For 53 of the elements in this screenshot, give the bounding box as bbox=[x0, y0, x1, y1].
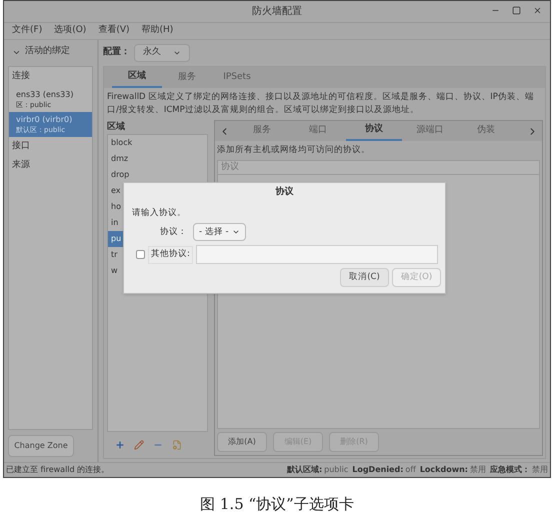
column-header: 协议 bbox=[221, 160, 239, 174]
status-key: 应急模式： bbox=[490, 464, 530, 476]
action-button[interactable]: 添加(A) bbox=[217, 432, 267, 452]
menu-item[interactable]: 查看(V) bbox=[98, 24, 130, 38]
binding-heading: 来源 bbox=[11, 158, 31, 172]
status-value: 禁用 bbox=[470, 464, 486, 476]
tab[interactable]: 服务 bbox=[162, 67, 212, 88]
dialog-button[interactable]: 取消(C) bbox=[340, 268, 389, 288]
status-value: off bbox=[405, 464, 416, 476]
menu-item[interactable]: 帮助(H) bbox=[142, 24, 174, 38]
binding-name: ens33 (ens33) bbox=[16, 88, 74, 100]
subtab[interactable]: 伪装 bbox=[458, 121, 514, 141]
protocol-dropdown[interactable]: - 选择 - bbox=[193, 223, 246, 242]
binding-name: virbr0 (virbr0) bbox=[16, 114, 74, 124]
tab[interactable]: 区域 bbox=[112, 67, 162, 88]
status-key: LogDenied: bbox=[352, 464, 404, 476]
config-dropdown[interactable]: 永久 bbox=[134, 44, 190, 62]
close-icon[interactable] bbox=[533, 6, 542, 15]
dialog-prompt: 请输入协议。 bbox=[132, 206, 187, 220]
config-label: 配置： bbox=[103, 46, 130, 60]
status-key: Lockdown: bbox=[420, 464, 468, 476]
other-protocol-field[interactable] bbox=[196, 245, 438, 264]
subtab[interactable]: 源端口 bbox=[402, 121, 458, 141]
binding-heading: 接口 bbox=[11, 140, 31, 152]
protocol-label: 协议： bbox=[160, 226, 187, 239]
other-checkbox[interactable] bbox=[136, 250, 145, 260]
add-icon[interactable] bbox=[115, 440, 125, 450]
maximize-icon[interactable] bbox=[512, 6, 521, 15]
zone-item[interactable]: dmz bbox=[108, 151, 207, 167]
status-value: 禁用 bbox=[532, 464, 548, 476]
caret-icon bbox=[173, 49, 181, 57]
subtab[interactable]: 协议 bbox=[346, 121, 402, 141]
zone-item[interactable]: block bbox=[108, 135, 207, 151]
status-value: public bbox=[324, 464, 348, 476]
status-key: 默认区域: bbox=[286, 464, 322, 476]
other-protocol-label: 其他协议: bbox=[148, 246, 193, 264]
window-title: 防火墙配置 bbox=[252, 4, 302, 19]
menu-item[interactable]: 选项(O) bbox=[54, 24, 86, 38]
zone-description: FirewallD 区域定义了绑定的网络连接、接口以及源地址的可信程度。区域是服务、端口、协议、IP伪装、端口/报文转发、ICMP过滤以及富规则的组合。区域可以绑定到接口以及源地址。 bbox=[106, 90, 535, 117]
bindings-header: 活动的绑定 bbox=[25, 45, 70, 58]
change-zone-button[interactable]: Change Zone bbox=[8, 435, 74, 457]
dialog-title: 协议 bbox=[276, 186, 294, 199]
status-text: 已建立至 firewalld 的连接。 bbox=[6, 464, 110, 476]
subtab[interactable]: 服务 bbox=[234, 121, 290, 141]
edit-icon[interactable] bbox=[134, 440, 144, 450]
protocols-hint: 添加所有主机或网络均可访问的协议。 bbox=[216, 144, 371, 157]
tab[interactable]: IPSets bbox=[212, 67, 262, 88]
menu-item[interactable]: 文件(F) bbox=[12, 24, 42, 38]
zone-item[interactable]: drop bbox=[108, 167, 207, 183]
subtab[interactable]: 端口 bbox=[290, 121, 346, 141]
zones-heading: 区域 bbox=[107, 120, 126, 134]
figure-caption: 图 1.5 “协议”子选项卡 bbox=[200, 494, 354, 515]
binding-heading: 连接 bbox=[11, 70, 31, 83]
